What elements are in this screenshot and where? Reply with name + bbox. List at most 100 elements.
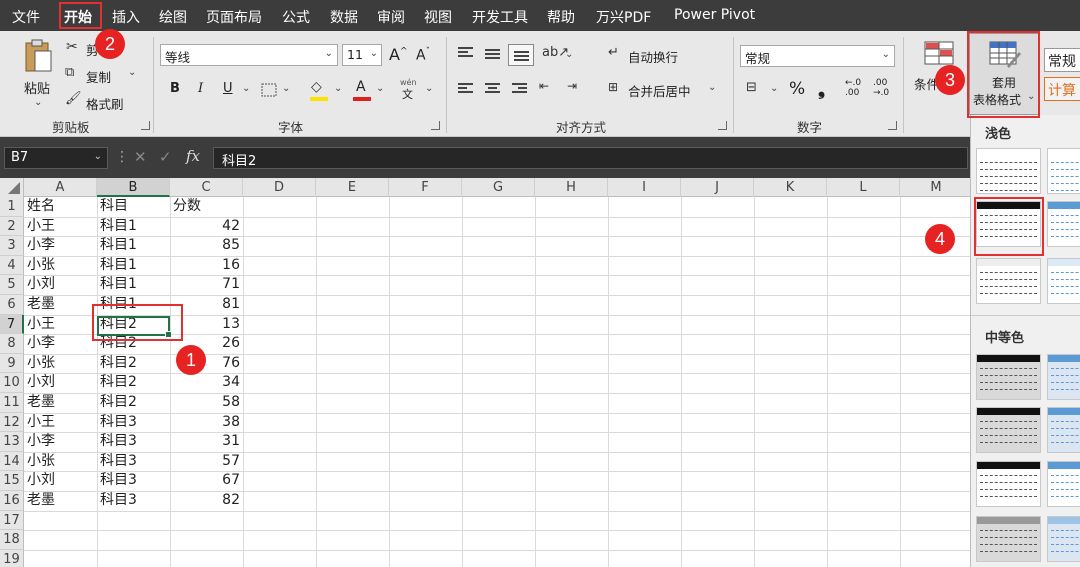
tab-insert[interactable]: 插入 [112,7,140,27]
cell-c5[interactable]: 71 [170,275,243,295]
paste-button[interactable]: 粘贴 ⌄ [20,39,56,111]
cell-b15[interactable]: 科目3 [97,471,170,491]
cell-a16[interactable]: 老墨 [24,491,97,511]
font-size-select[interactable]: 11 ⌄ [342,44,382,66]
fill-color-icon[interactable]: ◇ [311,79,322,95]
cell-c15[interactable]: 67 [170,471,243,491]
row-header-3[interactable]: 3 [0,236,24,256]
cell-b5[interactable]: 科目1 [97,275,170,295]
chevron-down-icon[interactable]: ⌄ [242,83,250,94]
cell-c3[interactable]: 85 [170,236,243,256]
align-bottom-button[interactable] [508,44,534,66]
conditional-format-icon[interactable] [924,41,954,67]
cell-a4[interactable]: 小张 [24,256,97,276]
cell-c14[interactable]: 57 [170,452,243,472]
column-header-e[interactable]: E [316,178,389,197]
insert-function-button[interactable]: fx [186,147,200,165]
formula-input[interactable]: 科目2 [213,147,968,169]
table-style-medium-9[interactable] [1047,407,1080,453]
row-header-2[interactable]: 2 [0,216,24,237]
table-style-medium-22[interactable] [976,516,1041,562]
cell-b9[interactable]: 科目2 [97,354,170,374]
chevron-down-icon[interactable]: ⌄ [334,83,342,94]
select-all-corner[interactable] [0,178,24,197]
cell-b1[interactable]: 科目 [97,197,170,217]
chevron-down-icon[interactable]: ⌄ [565,49,573,60]
column-header-g[interactable]: G [462,178,535,197]
increase-decimal-button[interactable]: ←.0 .00 [845,78,861,98]
tab-formulas[interactable]: 公式 [282,7,310,27]
cell-a7[interactable]: 小王 [24,315,97,335]
cell-a6[interactable]: 老墨 [24,295,97,315]
cell-c1[interactable]: 分数 [170,197,243,217]
cell-a12[interactable]: 小王 [24,413,97,433]
row-header-17[interactable]: 17 [0,510,24,531]
column-header-j[interactable]: J [681,178,754,197]
row-header-10[interactable]: 10 [0,373,24,393]
cell-c12[interactable]: 38 [170,413,243,433]
row-header-11[interactable]: 11 [0,393,24,413]
row-header-16[interactable]: 16 [0,491,24,511]
copy-button[interactable]: 复制 [86,67,111,86]
cell-a11[interactable]: 老墨 [24,393,97,413]
border-icon[interactable] [260,82,280,98]
cell-a1[interactable]: 姓名 [24,197,97,217]
decrease-decimal-button[interactable]: .00 →.0 [873,78,889,98]
column-header-d[interactable]: D [243,178,316,197]
row-header-6[interactable]: 6 [0,295,24,315]
copy-icon[interactable]: ⧉ [65,65,74,80]
tab-file[interactable]: 文件 [12,7,40,27]
column-header-m[interactable]: M [900,178,970,197]
cell-b14[interactable]: 科目3 [97,452,170,472]
cell-style-normal[interactable]: 常规 [1044,48,1080,72]
align-center-icon[interactable] [485,83,500,95]
table-style-light-15[interactable] [976,258,1041,304]
cell-c16[interactable]: 82 [170,491,243,511]
table-style-light-9[interactable] [1047,201,1080,247]
chevron-down-icon[interactable]: ⌄ [376,83,384,94]
chevron-down-icon[interactable]: ⌄ [770,83,778,94]
increase-indent-icon[interactable]: ⇥ [567,79,577,93]
grow-font-button[interactable]: A^ [389,45,408,64]
accounting-format-icon[interactable]: ⊟ [746,80,757,95]
cell-b3[interactable]: 科目1 [97,236,170,256]
column-header-l[interactable]: L [827,178,900,197]
table-style-light-1[interactable] [976,148,1041,194]
column-header-i[interactable]: I [608,178,681,197]
align-right-icon[interactable] [512,83,527,95]
bold-button[interactable]: B [170,81,180,96]
scissors-icon[interactable]: ✂ [66,39,78,55]
row-header-1[interactable]: 1 [0,197,24,217]
cell-c10[interactable]: 34 [170,373,243,393]
decrease-indent-icon[interactable]: ⇤ [539,79,549,93]
cell-b10[interactable]: 科目2 [97,373,170,393]
number-launcher-icon[interactable] [888,121,897,130]
row-header-15[interactable]: 15 [0,471,24,491]
tab-review[interactable]: 审阅 [377,7,405,27]
column-header-b[interactable]: B [97,178,170,197]
table-style-medium-23[interactable] [1047,516,1080,562]
cell-b12[interactable]: 科目3 [97,413,170,433]
chevron-down-icon[interactable]: ⌄ [282,83,290,94]
cell-a3[interactable]: 小李 [24,236,97,256]
tab-view[interactable]: 视图 [424,7,452,27]
cell-b13[interactable]: 科目3 [97,432,170,452]
chevron-down-icon[interactable]: ⌄ [128,67,136,78]
column-header-k[interactable]: K [754,178,827,197]
table-style-medium-2[interactable] [1047,354,1080,400]
cell-a9[interactable]: 小张 [24,354,97,374]
underline-button[interactable]: U [223,81,233,96]
comma-button[interactable]: ❟ [818,79,825,100]
table-style-medium-15[interactable] [976,461,1041,507]
cell-b2[interactable]: 科目1 [97,217,170,237]
cell-a13[interactable]: 小李 [24,432,97,452]
font-color-button[interactable]: A [356,79,366,95]
cell-a14[interactable]: 小张 [24,452,97,472]
shrink-font-button[interactable]: Aˇ [416,47,430,64]
row-header-5[interactable]: 5 [0,275,24,295]
align-left-icon[interactable] [458,83,473,95]
tab-power-pivot[interactable]: Power Pivot [674,7,755,23]
table-style-light-2[interactable] [1047,148,1080,194]
wrap-text-icon[interactable]: ↵ [608,45,619,60]
name-box[interactable]: B7 ⌄ [4,147,108,169]
